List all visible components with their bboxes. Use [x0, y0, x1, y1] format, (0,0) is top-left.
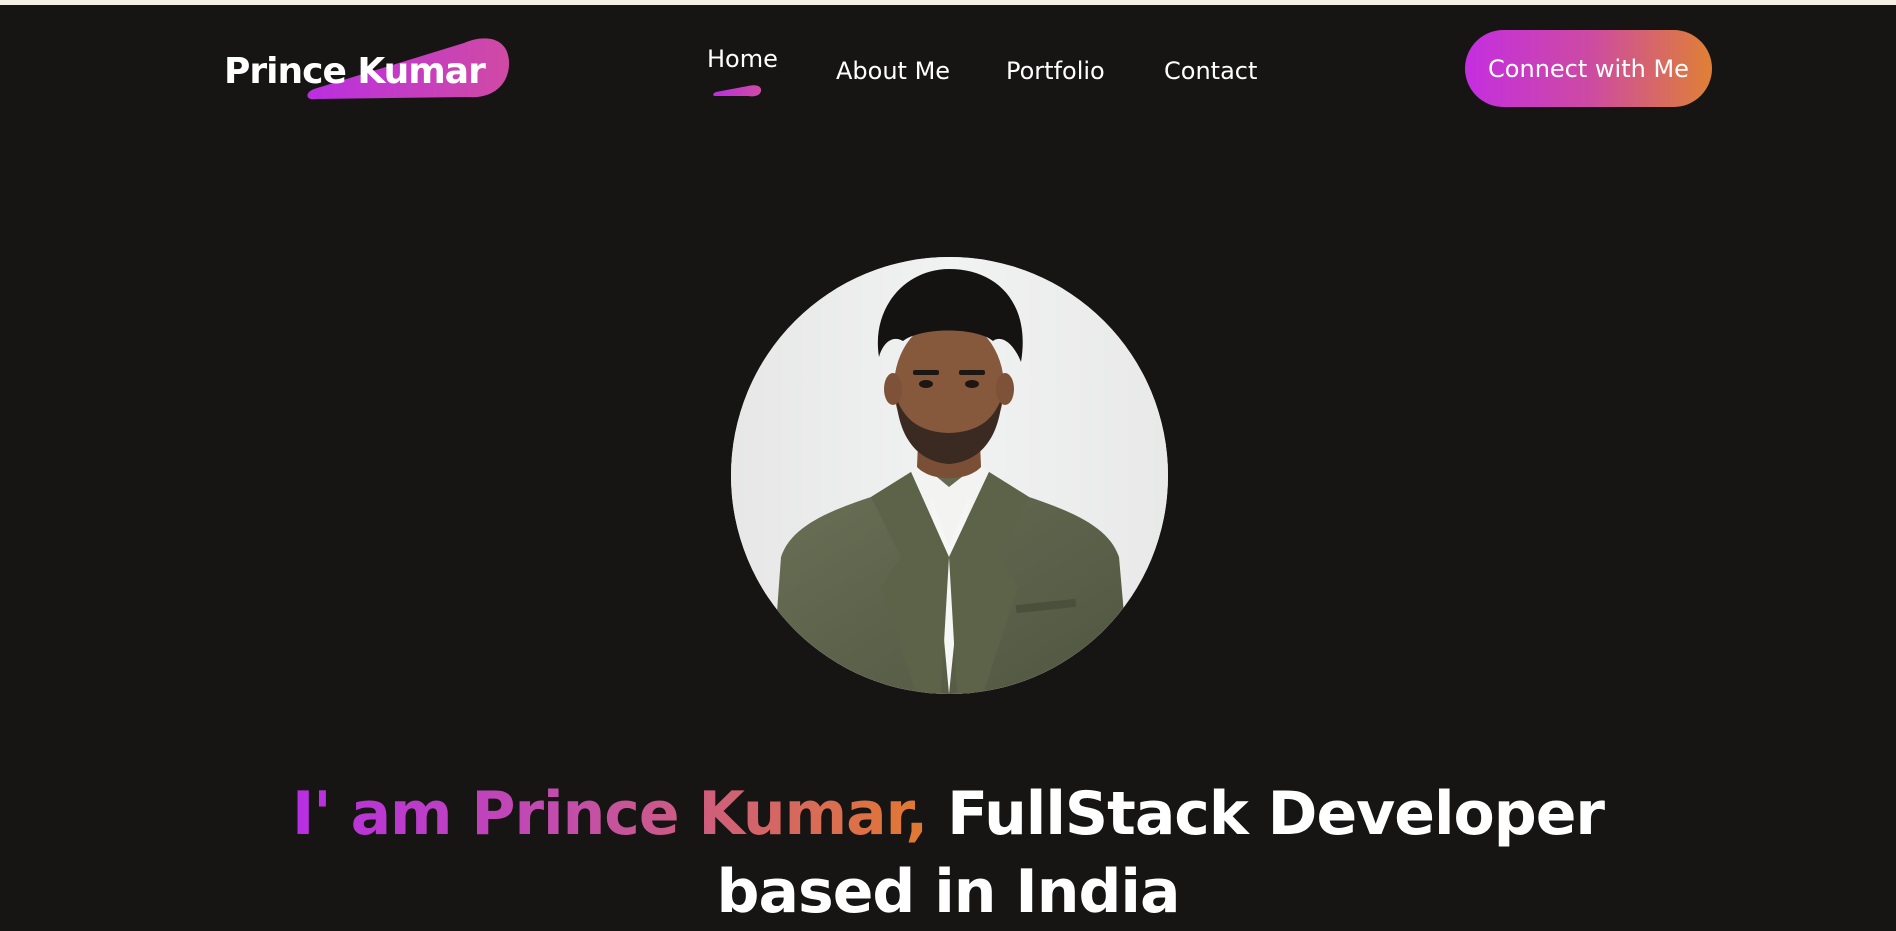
active-indicator-blob — [713, 85, 762, 97]
nav-item-contact[interactable]: Contact — [1164, 57, 1257, 85]
connect-with-me-button[interactable]: Connect with Me — [1465, 30, 1712, 107]
nav-item-portfolio[interactable]: Portfolio — [1006, 57, 1105, 85]
brand-name: Prince Kumar — [224, 51, 486, 92]
nav-item-home[interactable]: Home — [707, 45, 778, 73]
nav-item-about-me[interactable]: About Me — [836, 57, 950, 85]
headline-location: based in India — [716, 857, 1181, 928]
navbar: Prince Kumar Home About Me Portfolio Con… — [0, 5, 1896, 135]
headline-role: FullStack Developer — [947, 779, 1605, 850]
profile-photo — [731, 257, 1168, 694]
hero-headline: I' am Prince Kumar, FullStack Developer … — [0, 775, 1896, 931]
profile-portrait-illustration — [731, 257, 1168, 694]
headline-intro: I' am Prince Kumar, — [291, 779, 928, 850]
logo[interactable]: Prince Kumar — [224, 35, 514, 109]
